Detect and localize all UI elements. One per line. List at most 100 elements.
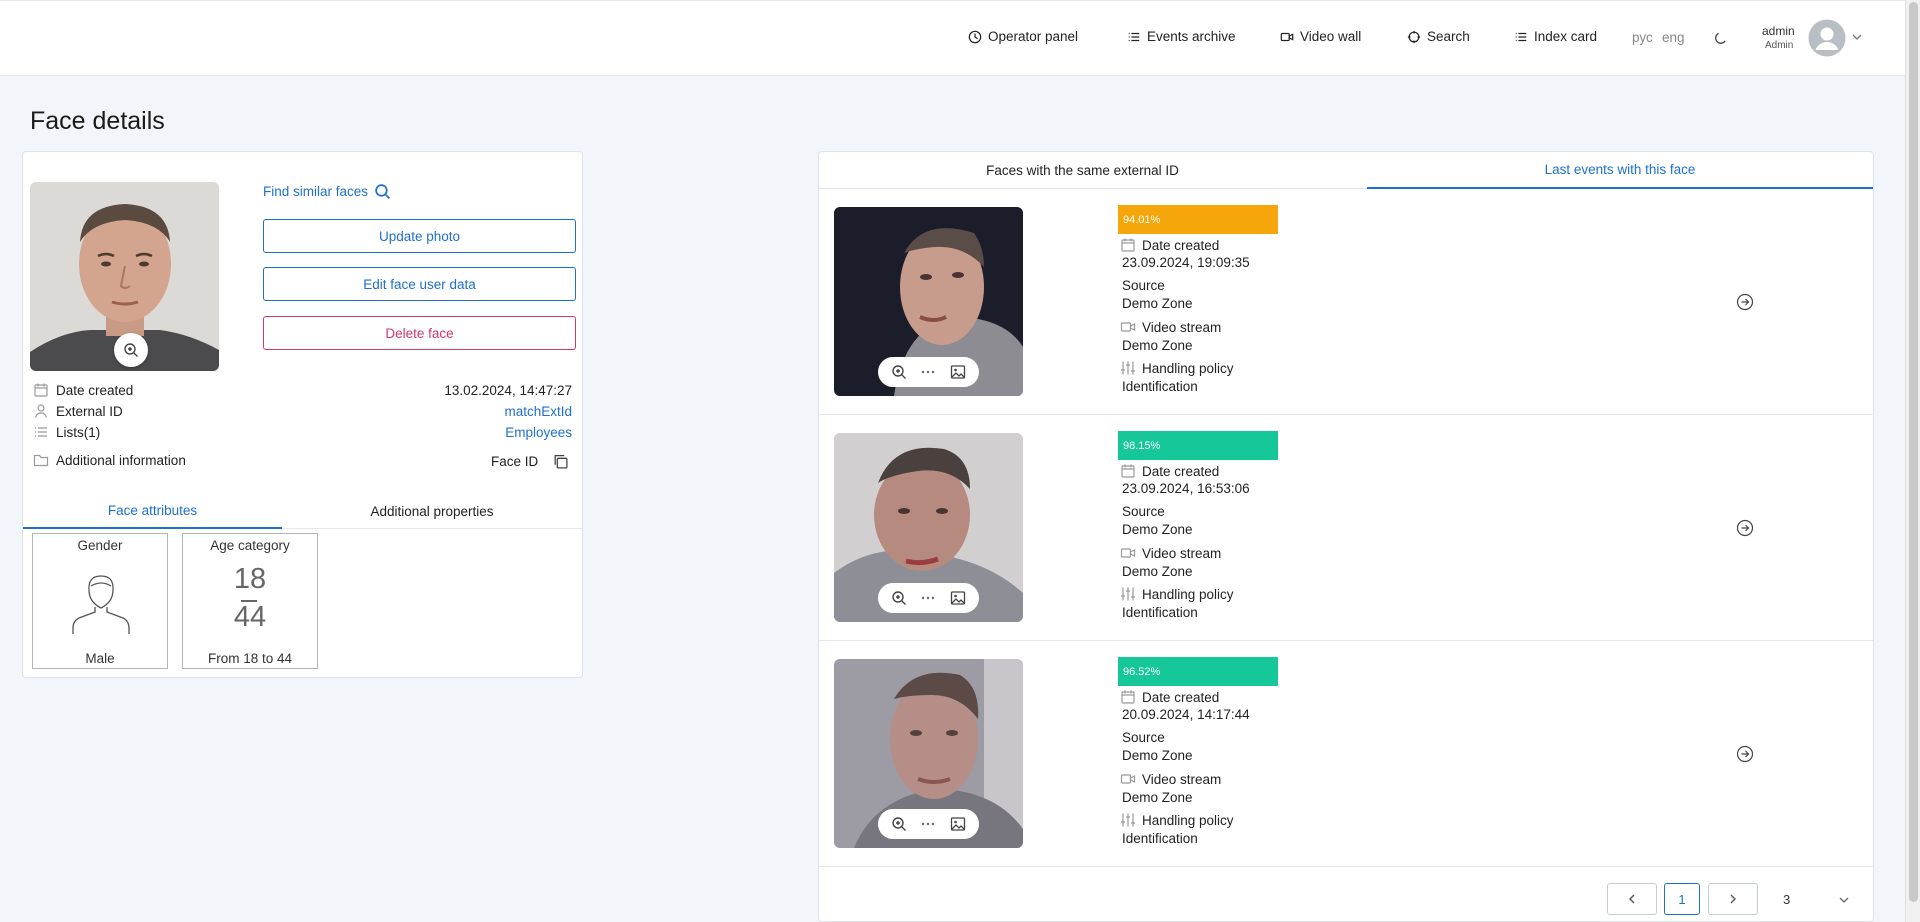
top-header: Operator panel Events archive Video wall… bbox=[0, 0, 1905, 76]
copy-icon[interactable] bbox=[552, 453, 569, 470]
handling-policy-row: Handling policy bbox=[1120, 360, 1234, 376]
clock-icon bbox=[968, 30, 982, 43]
prev-page-button[interactable] bbox=[1607, 883, 1657, 915]
date-created-label: Date created bbox=[56, 382, 134, 398]
open-event-arrow-icon[interactable] bbox=[1736, 519, 1754, 537]
date-created-label: Date created bbox=[1142, 237, 1220, 253]
handling-policy-link[interactable]: Identification bbox=[1122, 831, 1198, 846]
tab-same-external-id[interactable]: Faces with the same external ID bbox=[819, 152, 1346, 189]
date-created-row: Date created bbox=[33, 382, 133, 398]
handling-policy-row: Handling policy bbox=[1120, 586, 1234, 602]
page-number-current[interactable]: 1 bbox=[1664, 883, 1700, 915]
tab-face-attributes[interactable]: Face attributes bbox=[23, 493, 282, 529]
avatar-icon[interactable] bbox=[1808, 19, 1846, 57]
nav-video-wall[interactable]: Video wall bbox=[1280, 29, 1361, 44]
event-date-row: Date created bbox=[1120, 689, 1219, 705]
video-stream-link[interactable]: Demo Zone bbox=[1122, 790, 1193, 805]
user-name[interactable]: admin bbox=[1762, 24, 1795, 38]
face-details-card: Find similar faces Update photo Edit fac… bbox=[22, 151, 583, 678]
moon-icon[interactable] bbox=[1713, 31, 1728, 46]
event-row: 96.52% Date created 20.09.2024, 14:17:44… bbox=[819, 641, 1873, 867]
page-scrollbar[interactable] bbox=[1905, 0, 1920, 922]
next-page-button[interactable] bbox=[1708, 883, 1758, 915]
event-date-row: Date created bbox=[1120, 463, 1219, 479]
scroll-thumb[interactable] bbox=[1909, 2, 1918, 902]
lang-ru[interactable]: рус bbox=[1632, 30, 1653, 45]
handling-policy-link[interactable]: Identification bbox=[1122, 379, 1198, 394]
additional-info-row[interactable]: Additional information bbox=[33, 452, 186, 468]
handling-policy-label: Handling policy bbox=[1142, 360, 1234, 376]
event-date-row: Date created bbox=[1120, 237, 1219, 253]
tab-additional-properties[interactable]: Additional properties bbox=[282, 493, 582, 529]
user-role: Admin bbox=[1765, 40, 1794, 51]
calendar-icon bbox=[34, 383, 48, 397]
video-stream-link[interactable]: Demo Zone bbox=[1122, 564, 1193, 579]
age-category-value: From 18 to 44 bbox=[207, 651, 293, 666]
lists-label: Lists(1) bbox=[56, 424, 101, 440]
photo-zoom-button[interactable] bbox=[114, 333, 148, 367]
gender-value: Male bbox=[85, 651, 115, 666]
image-icon[interactable] bbox=[950, 364, 966, 380]
per-page-value[interactable]: 3 bbox=[1783, 892, 1790, 907]
handling-policy-row: Handling policy bbox=[1120, 812, 1234, 828]
chevron-right-icon bbox=[1730, 894, 1736, 904]
face-tabs: Face attributes Additional properties bbox=[23, 493, 582, 529]
image-icon[interactable] bbox=[950, 816, 966, 832]
date-created-value: 13.02.2024, 14:47:27 bbox=[444, 383, 572, 398]
face-photo bbox=[30, 182, 219, 371]
more-dots-icon[interactable] bbox=[920, 364, 936, 380]
list-icon bbox=[35, 427, 47, 437]
nav-search[interactable]: Search bbox=[1407, 29, 1470, 44]
camera-icon bbox=[1120, 774, 1136, 784]
events-card: Faces with the same external ID Last eve… bbox=[818, 151, 1874, 922]
camera-icon bbox=[1120, 322, 1136, 332]
open-event-arrow-icon[interactable] bbox=[1736, 293, 1754, 311]
chevron-down-icon[interactable] bbox=[1851, 31, 1863, 43]
edit-face-user-data-button[interactable]: Edit face user data bbox=[263, 267, 576, 301]
calendar-icon bbox=[1121, 690, 1135, 704]
handling-policy-label: Handling policy bbox=[1142, 812, 1234, 828]
video-stream-link[interactable]: Demo Zone bbox=[1122, 338, 1193, 353]
tab-last-events[interactable]: Last events with this face bbox=[1367, 152, 1873, 189]
delete-face-button[interactable]: Delete face bbox=[263, 316, 576, 350]
gender-attribute: Gender Male bbox=[32, 533, 168, 669]
similarity-score: 98.15% bbox=[1118, 431, 1278, 460]
lists-row: Lists(1) bbox=[33, 424, 100, 440]
video-stream-label: Video stream bbox=[1142, 545, 1222, 561]
nav-events-archive[interactable]: Events archive bbox=[1127, 29, 1236, 44]
open-event-arrow-icon[interactable] bbox=[1736, 745, 1754, 763]
external-id-label: External ID bbox=[56, 403, 123, 419]
list-icon bbox=[1128, 32, 1140, 41]
age-from: 18 bbox=[233, 563, 267, 595]
lists-value-link[interactable]: Employees bbox=[505, 425, 572, 440]
chevron-down-icon[interactable] bbox=[1838, 894, 1850, 906]
zoom-in-icon[interactable] bbox=[891, 816, 907, 832]
external-id-link[interactable]: matchExtId bbox=[504, 404, 572, 419]
event-row: 98.15% Date created 23.09.2024, 16:53:06… bbox=[819, 415, 1873, 641]
source-label: Source bbox=[1122, 278, 1165, 293]
events-tabs: Faces with the same external ID Last eve… bbox=[819, 152, 1873, 189]
nav-operator-panel[interactable]: Operator panel bbox=[968, 29, 1078, 44]
calendar-icon bbox=[1121, 238, 1135, 252]
age-category-title: Age category bbox=[210, 538, 290, 553]
zoom-in-icon[interactable] bbox=[891, 364, 907, 380]
image-icon[interactable] bbox=[950, 590, 966, 606]
lang-en[interactable]: eng bbox=[1662, 30, 1685, 45]
handling-policy-link[interactable]: Identification bbox=[1122, 605, 1198, 620]
sliders-icon bbox=[1121, 361, 1135, 375]
update-photo-button[interactable]: Update photo bbox=[263, 219, 576, 253]
date-created-label: Date created bbox=[1142, 463, 1220, 479]
source-value: Demo Zone bbox=[1122, 296, 1193, 311]
nav-index-card[interactable]: Index card bbox=[1514, 29, 1597, 44]
more-dots-icon[interactable] bbox=[920, 816, 936, 832]
source-label: Source bbox=[1122, 504, 1165, 519]
zoom-in-icon[interactable] bbox=[891, 590, 907, 606]
age-category-attribute: Age category 18 44 From 18 to 44 bbox=[182, 533, 318, 669]
page-title: Face details bbox=[30, 107, 165, 135]
sliders-icon bbox=[1121, 587, 1135, 601]
event-date-value: 20.09.2024, 14:17:44 bbox=[1122, 707, 1250, 722]
nav-label: Search bbox=[1427, 29, 1470, 44]
find-similar-link[interactable]: Find similar faces bbox=[263, 183, 391, 200]
event-row: 94.01% Date created 23.09.2024, 19:09:35… bbox=[819, 189, 1873, 415]
more-dots-icon[interactable] bbox=[920, 590, 936, 606]
